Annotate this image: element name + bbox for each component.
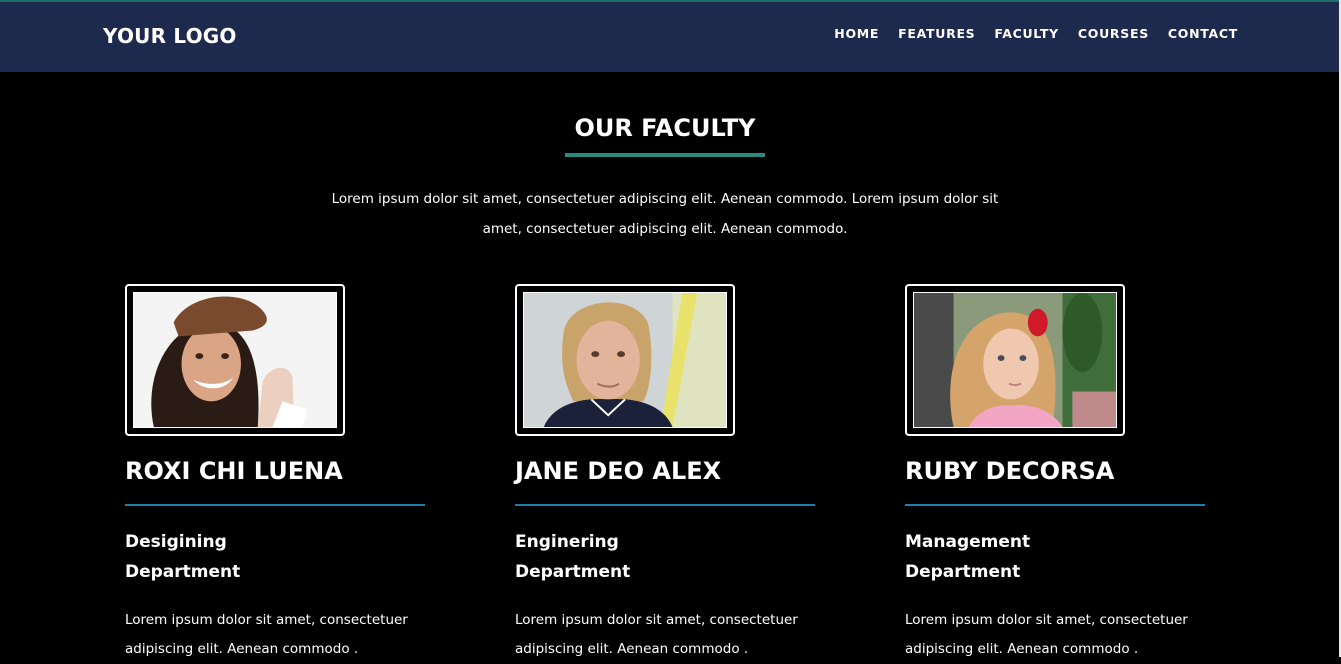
- nav-features-link[interactable]: FEATURES: [898, 26, 975, 42]
- faculty-name: ROXI CHI LUENA: [125, 457, 343, 485]
- faculty-department: Enginering Department: [515, 527, 715, 587]
- faculty-department: Desigining Department: [125, 527, 325, 587]
- faculty-photo: [913, 292, 1117, 428]
- faculty-name: RUBY DECORSA: [905, 457, 1115, 485]
- section-intro: Lorem ipsum dolor sit amet, consectetuer…: [331, 191, 999, 237]
- faculty-description: Lorem ipsum dolor sit amet, consectetuer…: [905, 612, 1188, 657]
- department-line2: Department: [515, 562, 631, 582]
- faculty-description: Lorem ipsum dolor sit amet, consectetuer…: [515, 612, 798, 657]
- name-divider: [515, 504, 815, 506]
- faculty-card: RUBY DECORSA Management Department Lorem…: [905, 284, 1235, 657]
- faculty-photo: [133, 292, 337, 428]
- department-line1: Desigining: [125, 532, 227, 552]
- main-nav: HOME FEATURES FACULTY COURSES CONTACT: [834, 26, 1238, 42]
- faculty-description: Lorem ipsum dolor sit amet, consectetuer…: [125, 612, 408, 657]
- name-divider: [905, 504, 1205, 506]
- site-logo[interactable]: YOUR LOGO: [103, 24, 237, 48]
- faculty-card: ROXI CHI LUENA Desigining Department Lor…: [125, 284, 455, 657]
- faculty-card: JANE DEO ALEX Enginering Department Lore…: [515, 284, 845, 657]
- faculty-department: Management Department: [905, 527, 1105, 587]
- nav-home-link[interactable]: HOME: [834, 26, 879, 42]
- section-title: OUR FACULTY: [574, 114, 756, 142]
- faculty-photo-frame: [125, 284, 345, 436]
- faculty-name: JANE DEO ALEX: [515, 457, 722, 485]
- top-navbar: YOUR LOGO HOME FEATURES FACULTY COURSES …: [0, 0, 1339, 72]
- nav-courses-link[interactable]: COURSES: [1078, 26, 1149, 42]
- title-underline: [565, 153, 765, 157]
- nav-contact-link[interactable]: CONTACT: [1168, 26, 1238, 42]
- faculty-photo: [523, 292, 727, 428]
- faculty-photo-frame: [515, 284, 735, 436]
- department-line1: Enginering: [515, 532, 619, 552]
- nav-faculty-link[interactable]: FACULTY: [994, 26, 1058, 42]
- department-line1: Management: [905, 532, 1031, 552]
- department-line2: Department: [905, 562, 1021, 582]
- name-divider: [125, 504, 425, 506]
- department-line2: Department: [125, 562, 241, 582]
- faculty-photo-frame: [905, 284, 1125, 436]
